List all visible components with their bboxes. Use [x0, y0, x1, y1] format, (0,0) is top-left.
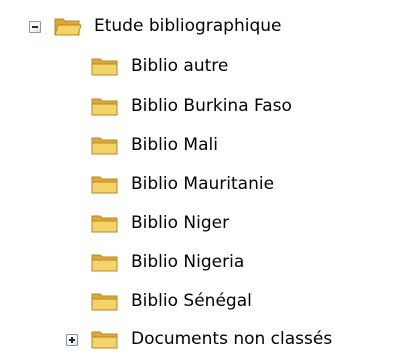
- tree-item-etude-bibliographique[interactable]: Etude bibliographique: [0, 12, 394, 42]
- folder-icon: [91, 98, 118, 116]
- tree-item-label: Documents non classés: [131, 329, 333, 349]
- tree-item-label: Biblio Mali: [131, 135, 218, 155]
- tree-item-biblio-niger[interactable]: Biblio Niger: [0, 209, 394, 239]
- tree-item-label: Biblio Nigeria: [131, 252, 245, 272]
- tree-item-label: Biblio autre: [131, 56, 229, 76]
- tree-item-label: Biblio Niger: [131, 213, 230, 233]
- tree-item-biblio-autre[interactable]: Biblio autre: [0, 52, 394, 82]
- tree-item-biblio-nigeria[interactable]: Biblio Nigeria: [0, 248, 394, 278]
- tree-item-biblio-mauritanie[interactable]: Biblio Mauritanie: [0, 170, 394, 200]
- expand-toggle-icon[interactable]: [66, 334, 78, 346]
- tree-item-biblio-mali[interactable]: Biblio Mali: [0, 131, 394, 161]
- tree-item-label: Biblio Sénégal: [131, 291, 252, 311]
- folder-icon: [91, 293, 118, 311]
- tree-item-documents-non-classes[interactable]: Documents non classés: [0, 325, 394, 355]
- tree-item-label: Biblio Burkina Faso: [131, 96, 292, 116]
- tree-item-label: Etude bibliographique: [94, 16, 282, 36]
- collapse-toggle-icon[interactable]: [29, 21, 41, 33]
- tree-item-biblio-senegal[interactable]: Biblio Sénégal: [0, 287, 394, 317]
- folder-open-icon: [54, 18, 82, 36]
- folder-icon: [91, 137, 118, 155]
- tree-item-biblio-burkina-faso[interactable]: Biblio Burkina Faso: [0, 92, 394, 122]
- tree-item-label: Biblio Mauritanie: [131, 174, 275, 194]
- folder-icon: [91, 215, 118, 233]
- folder-icon: [91, 58, 118, 76]
- folder-icon: [91, 254, 118, 272]
- folder-tree: Etude bibliographique Biblio autre Bibli…: [0, 0, 394, 349]
- folder-icon: [91, 176, 118, 194]
